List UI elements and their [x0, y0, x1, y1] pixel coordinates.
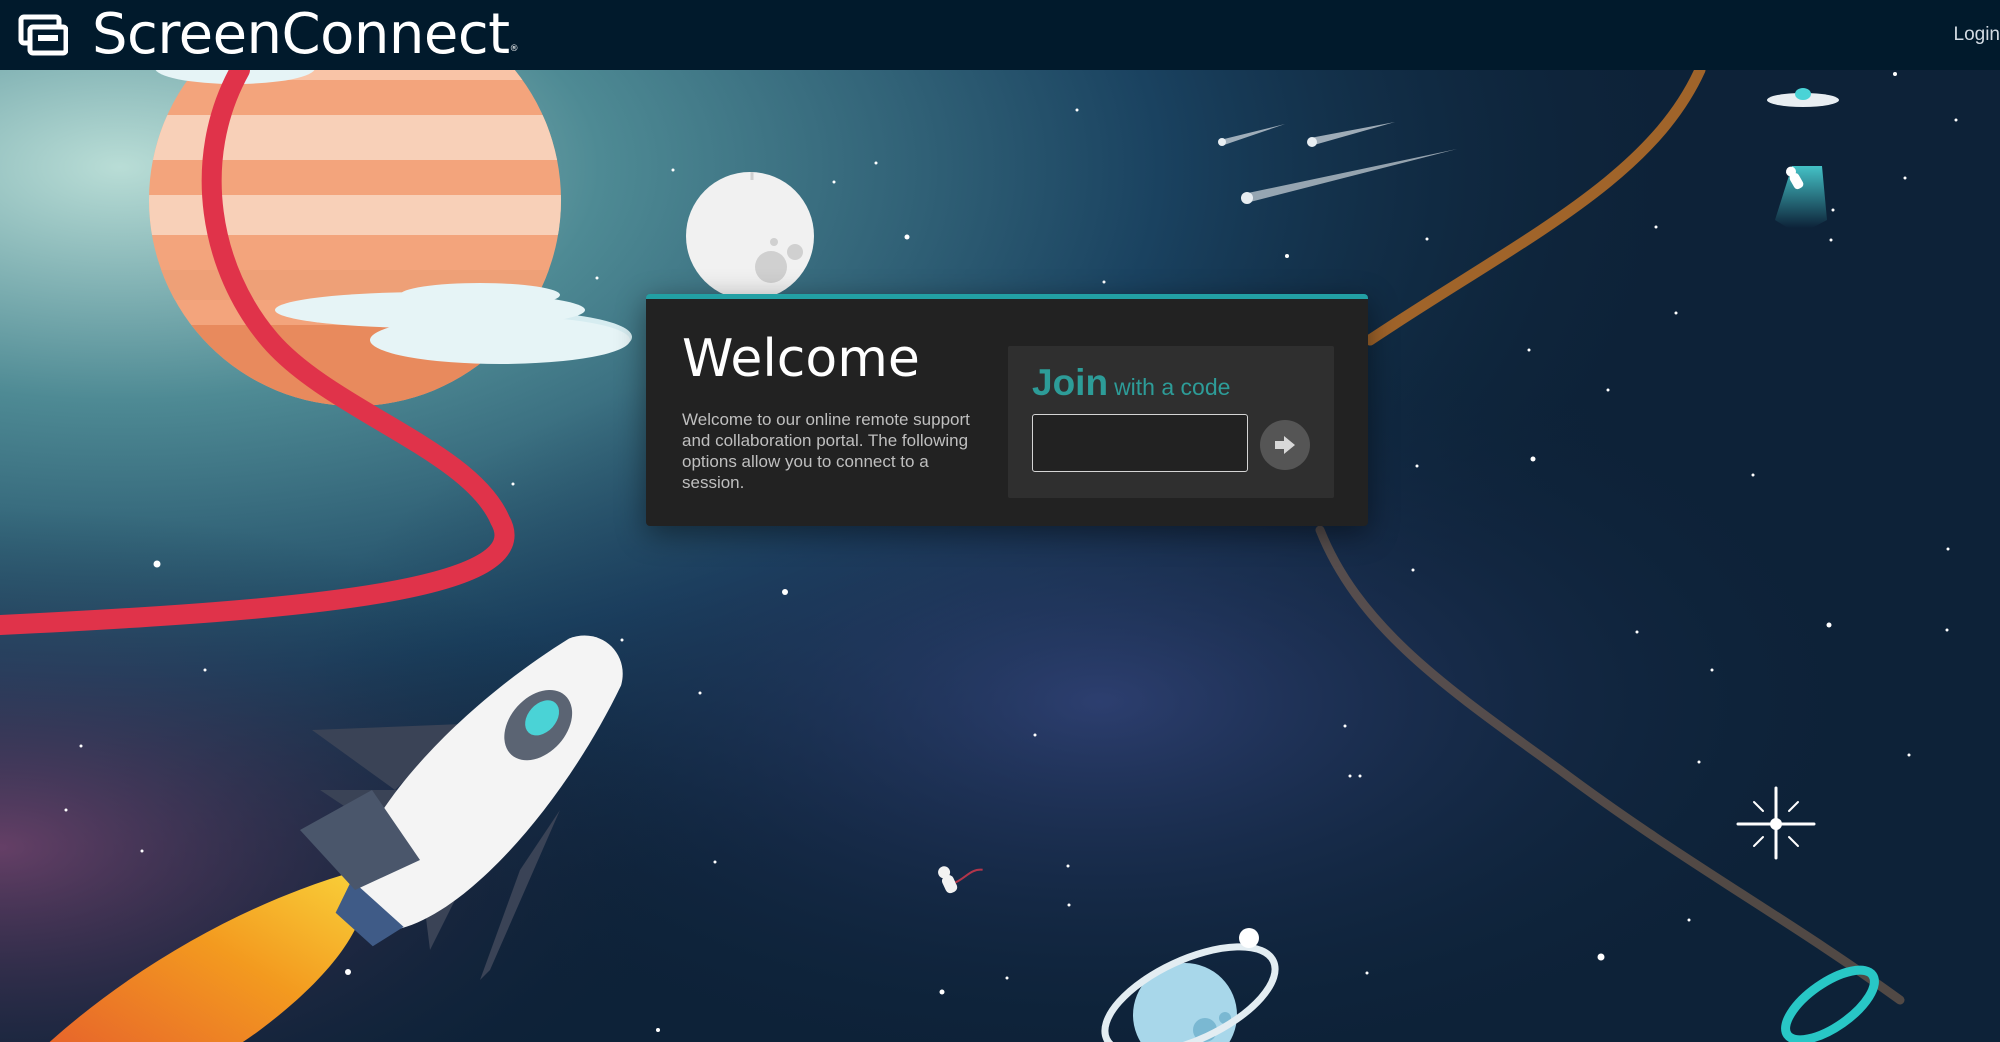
registered-mark: ® — [509, 44, 519, 54]
space-background-illustration — [0, 70, 2000, 1042]
session-code-input[interactable] — [1032, 414, 1248, 472]
join-with-code-panel: Join with a code — [1008, 346, 1334, 498]
brand-text: ScreenConnect — [92, 2, 510, 67]
arrow-right-icon — [1275, 436, 1295, 454]
small-moon — [686, 172, 814, 300]
join-subtitle: with a code — [1114, 374, 1231, 400]
join-heading: Join with a code — [1032, 362, 1230, 404]
join-submit-button[interactable] — [1260, 420, 1310, 470]
welcome-panel: Welcome Welcome to our online remote sup… — [646, 294, 1368, 526]
welcome-description: Welcome to our online remote support and… — [682, 410, 970, 492]
welcome-title: Welcome — [682, 329, 920, 389]
brand-name: ScreenConnect® — [92, 2, 519, 67]
top-bar: ScreenConnect® Login — [0, 0, 2000, 70]
screenconnect-logo-icon — [18, 14, 68, 56]
join-title: Join — [1032, 362, 1109, 403]
login-link[interactable]: Login — [1954, 24, 2000, 46]
